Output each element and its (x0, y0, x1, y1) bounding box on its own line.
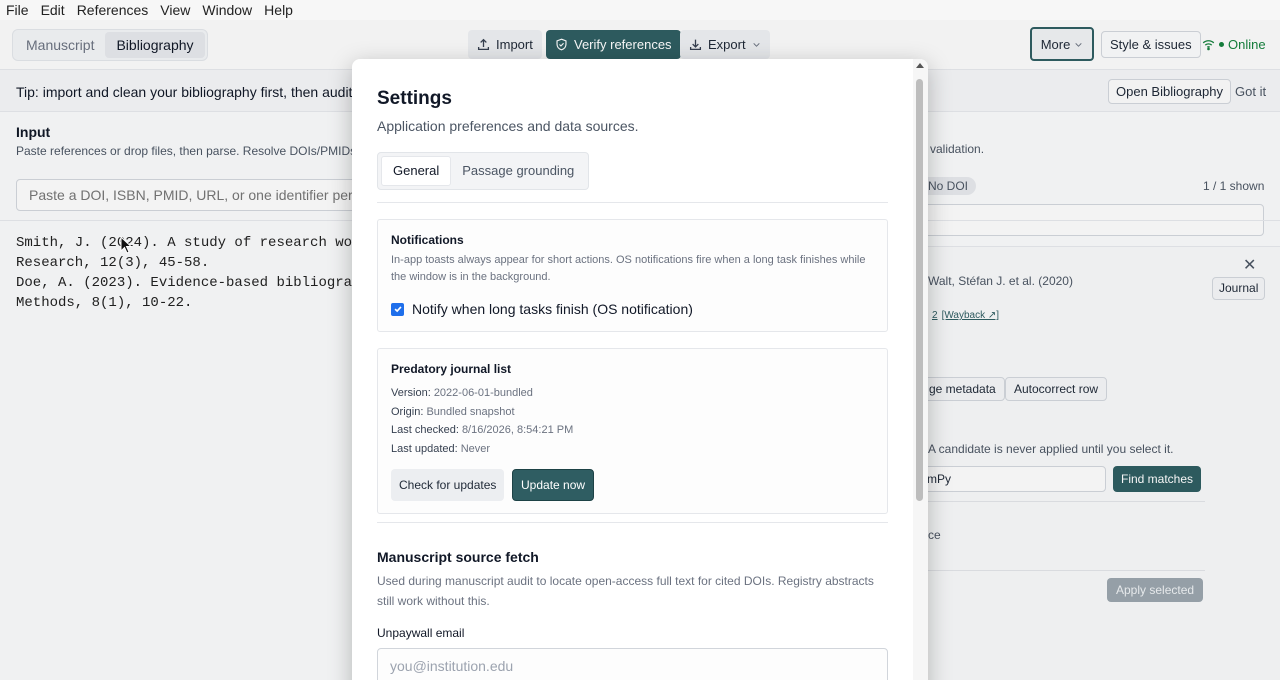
menu-edit[interactable]: Edit (37, 2, 69, 18)
scrollbar-thumb[interactable] (916, 79, 923, 501)
last-checked-row: Last checked: 8/16/2026, 8:54:21 PM (391, 424, 573, 436)
notify-checkbox-row[interactable]: Notify when long tasks finish (OS notifi… (391, 301, 693, 317)
source-fetch-description: Used during manuscript audit to locate o… (377, 574, 874, 608)
version-value: 2022-06-01-bundled (433, 387, 533, 399)
mouse-cursor-icon (120, 236, 132, 254)
predatory-list-card: Predatory journal list Version: 2022-06-… (377, 348, 888, 514)
divider (377, 522, 888, 523)
last-updated-value: Never (460, 443, 491, 455)
unpaywall-email-input[interactable]: you@institution.edu (377, 648, 888, 680)
version-key: Version: (391, 387, 431, 399)
menu-help[interactable]: Help (260, 2, 297, 18)
predatory-list-title: Predatory journal list (391, 362, 512, 376)
menu-references[interactable]: References (73, 2, 153, 18)
last-updated-row: Last updated: Never (391, 443, 490, 455)
notify-checkbox-label[interactable]: Notify when long tasks finish (OS notifi… (412, 301, 693, 317)
tab-general[interactable]: General (381, 156, 452, 186)
last-checked-key: Last checked: (391, 424, 459, 436)
dialog-subtitle: Application preferences and data sources… (377, 118, 639, 134)
origin-value: Bundled snapshot (426, 406, 515, 418)
scroll-up-arrow-icon[interactable] (916, 63, 924, 68)
update-now-button[interactable]: Update now (512, 469, 595, 501)
notifications-description: In-app toasts always appear for short ac… (391, 254, 866, 283)
menu-window[interactable]: Window (198, 2, 256, 18)
menu-bar: File Edit References View Window Help (0, 0, 1280, 20)
menu-file[interactable]: File (0, 2, 33, 18)
menu-view[interactable]: View (156, 2, 194, 18)
divider (377, 202, 888, 203)
tab-passage-grounding[interactable]: Passage grounding (451, 156, 585, 186)
last-checked-value: 8/16/2026, 8:54:21 PM (461, 424, 574, 436)
last-updated-key: Last updated: (391, 443, 458, 455)
version-row: Version: 2022-06-01-bundled (391, 387, 533, 399)
settings-dialog: Settings Application preferences and dat… (352, 59, 928, 680)
unpaywall-email-label: Unpaywall email (377, 626, 465, 640)
check-for-updates-button[interactable]: Check for updates (391, 469, 505, 501)
notifications-title: Notifications (391, 233, 464, 247)
dialog-title: Settings (377, 88, 452, 109)
source-fetch-title: Manuscript source fetch (377, 549, 539, 565)
checkbox-checked-icon[interactable] (391, 302, 404, 316)
settings-tabs: General Passage grounding (377, 152, 590, 190)
origin-row: Origin: Bundled snapshot (391, 406, 515, 418)
notifications-card: Notifications In-app toasts always appea… (377, 219, 888, 332)
origin-key: Origin: (391, 406, 424, 418)
